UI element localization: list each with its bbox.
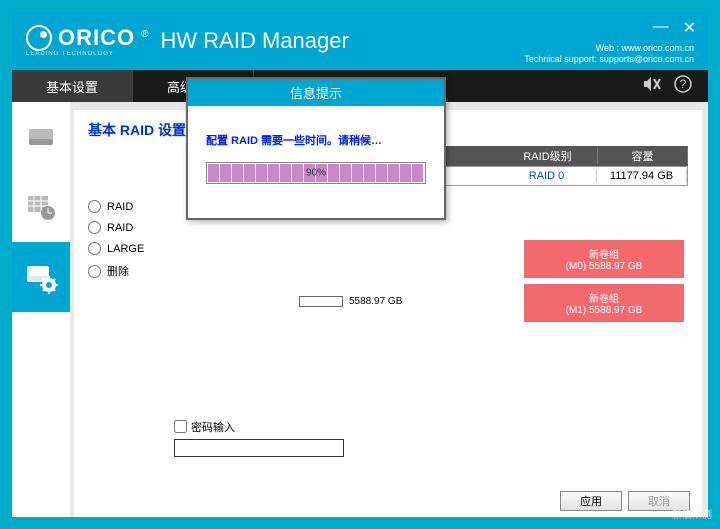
usage-bar-icon xyxy=(299,296,343,307)
volume-group: 新卷组(M0) 5588.97 GB 新卷组(M1) 5588.97 GB xyxy=(524,240,684,322)
app-title: HW RAID Manager xyxy=(161,28,349,54)
tab-basic[interactable]: 基本设置 xyxy=(12,70,133,102)
close-button[interactable]: ✕ xyxy=(683,18,696,38)
radio-delete[interactable]: 删除 xyxy=(88,263,144,279)
brand-name: ORICO xyxy=(58,25,135,51)
radio-raid-2[interactable]: RAID xyxy=(88,221,144,234)
info-dialog: 信息提示 配置 RAID 需要一些时间。请稍候… 90% xyxy=(186,77,446,220)
support-info: Web : www.orico.com.cn Technical support… xyxy=(524,43,694,66)
brand-logo: ORICO ® LEADING TECHNOLOGY xyxy=(26,25,149,57)
password-input[interactable] xyxy=(174,439,344,457)
minimize-button[interactable]: — xyxy=(653,18,669,38)
progress-bar: 90% xyxy=(206,162,426,184)
help-icon[interactable]: ? xyxy=(674,75,692,98)
dialog-message: 配置 RAID 需要一些时间。请稍候… xyxy=(206,132,426,148)
radio-raid-1[interactable]: RAID xyxy=(88,200,144,213)
mute-icon[interactable] xyxy=(642,76,662,97)
logo-icon xyxy=(26,25,52,51)
password-checkbox[interactable]: 密码输入 xyxy=(174,419,344,435)
registered-mark: ® xyxy=(141,29,148,40)
progress-percent: 90% xyxy=(306,168,326,179)
sidebar-item-config[interactable] xyxy=(12,242,70,312)
sidebar xyxy=(12,102,70,517)
raid-mode-radios: RAID RAID LARGE 删除 xyxy=(88,200,144,279)
volume-info: 5588.97 GB xyxy=(299,296,402,307)
radio-large[interactable]: LARGE xyxy=(88,242,144,255)
svg-text:?: ? xyxy=(680,77,687,91)
volume-m1[interactable]: 新卷组(M1) 5588.97 GB xyxy=(524,284,684,322)
sidebar-item-disk[interactable] xyxy=(12,102,70,172)
volume-m0[interactable]: 新卷组(M0) 5588.97 GB xyxy=(524,240,684,278)
apply-button[interactable]: 应用 xyxy=(560,491,622,511)
sidebar-item-schedule[interactable] xyxy=(12,172,70,242)
brand-subtitle: LEADING TECHNOLOGY xyxy=(26,51,114,57)
titlebar: ORICO ® LEADING TECHNOLOGY HW RAID Manag… xyxy=(12,12,708,70)
dialog-title: 信息提示 xyxy=(188,79,444,106)
watermark: 新浪众测 xyxy=(672,506,712,521)
